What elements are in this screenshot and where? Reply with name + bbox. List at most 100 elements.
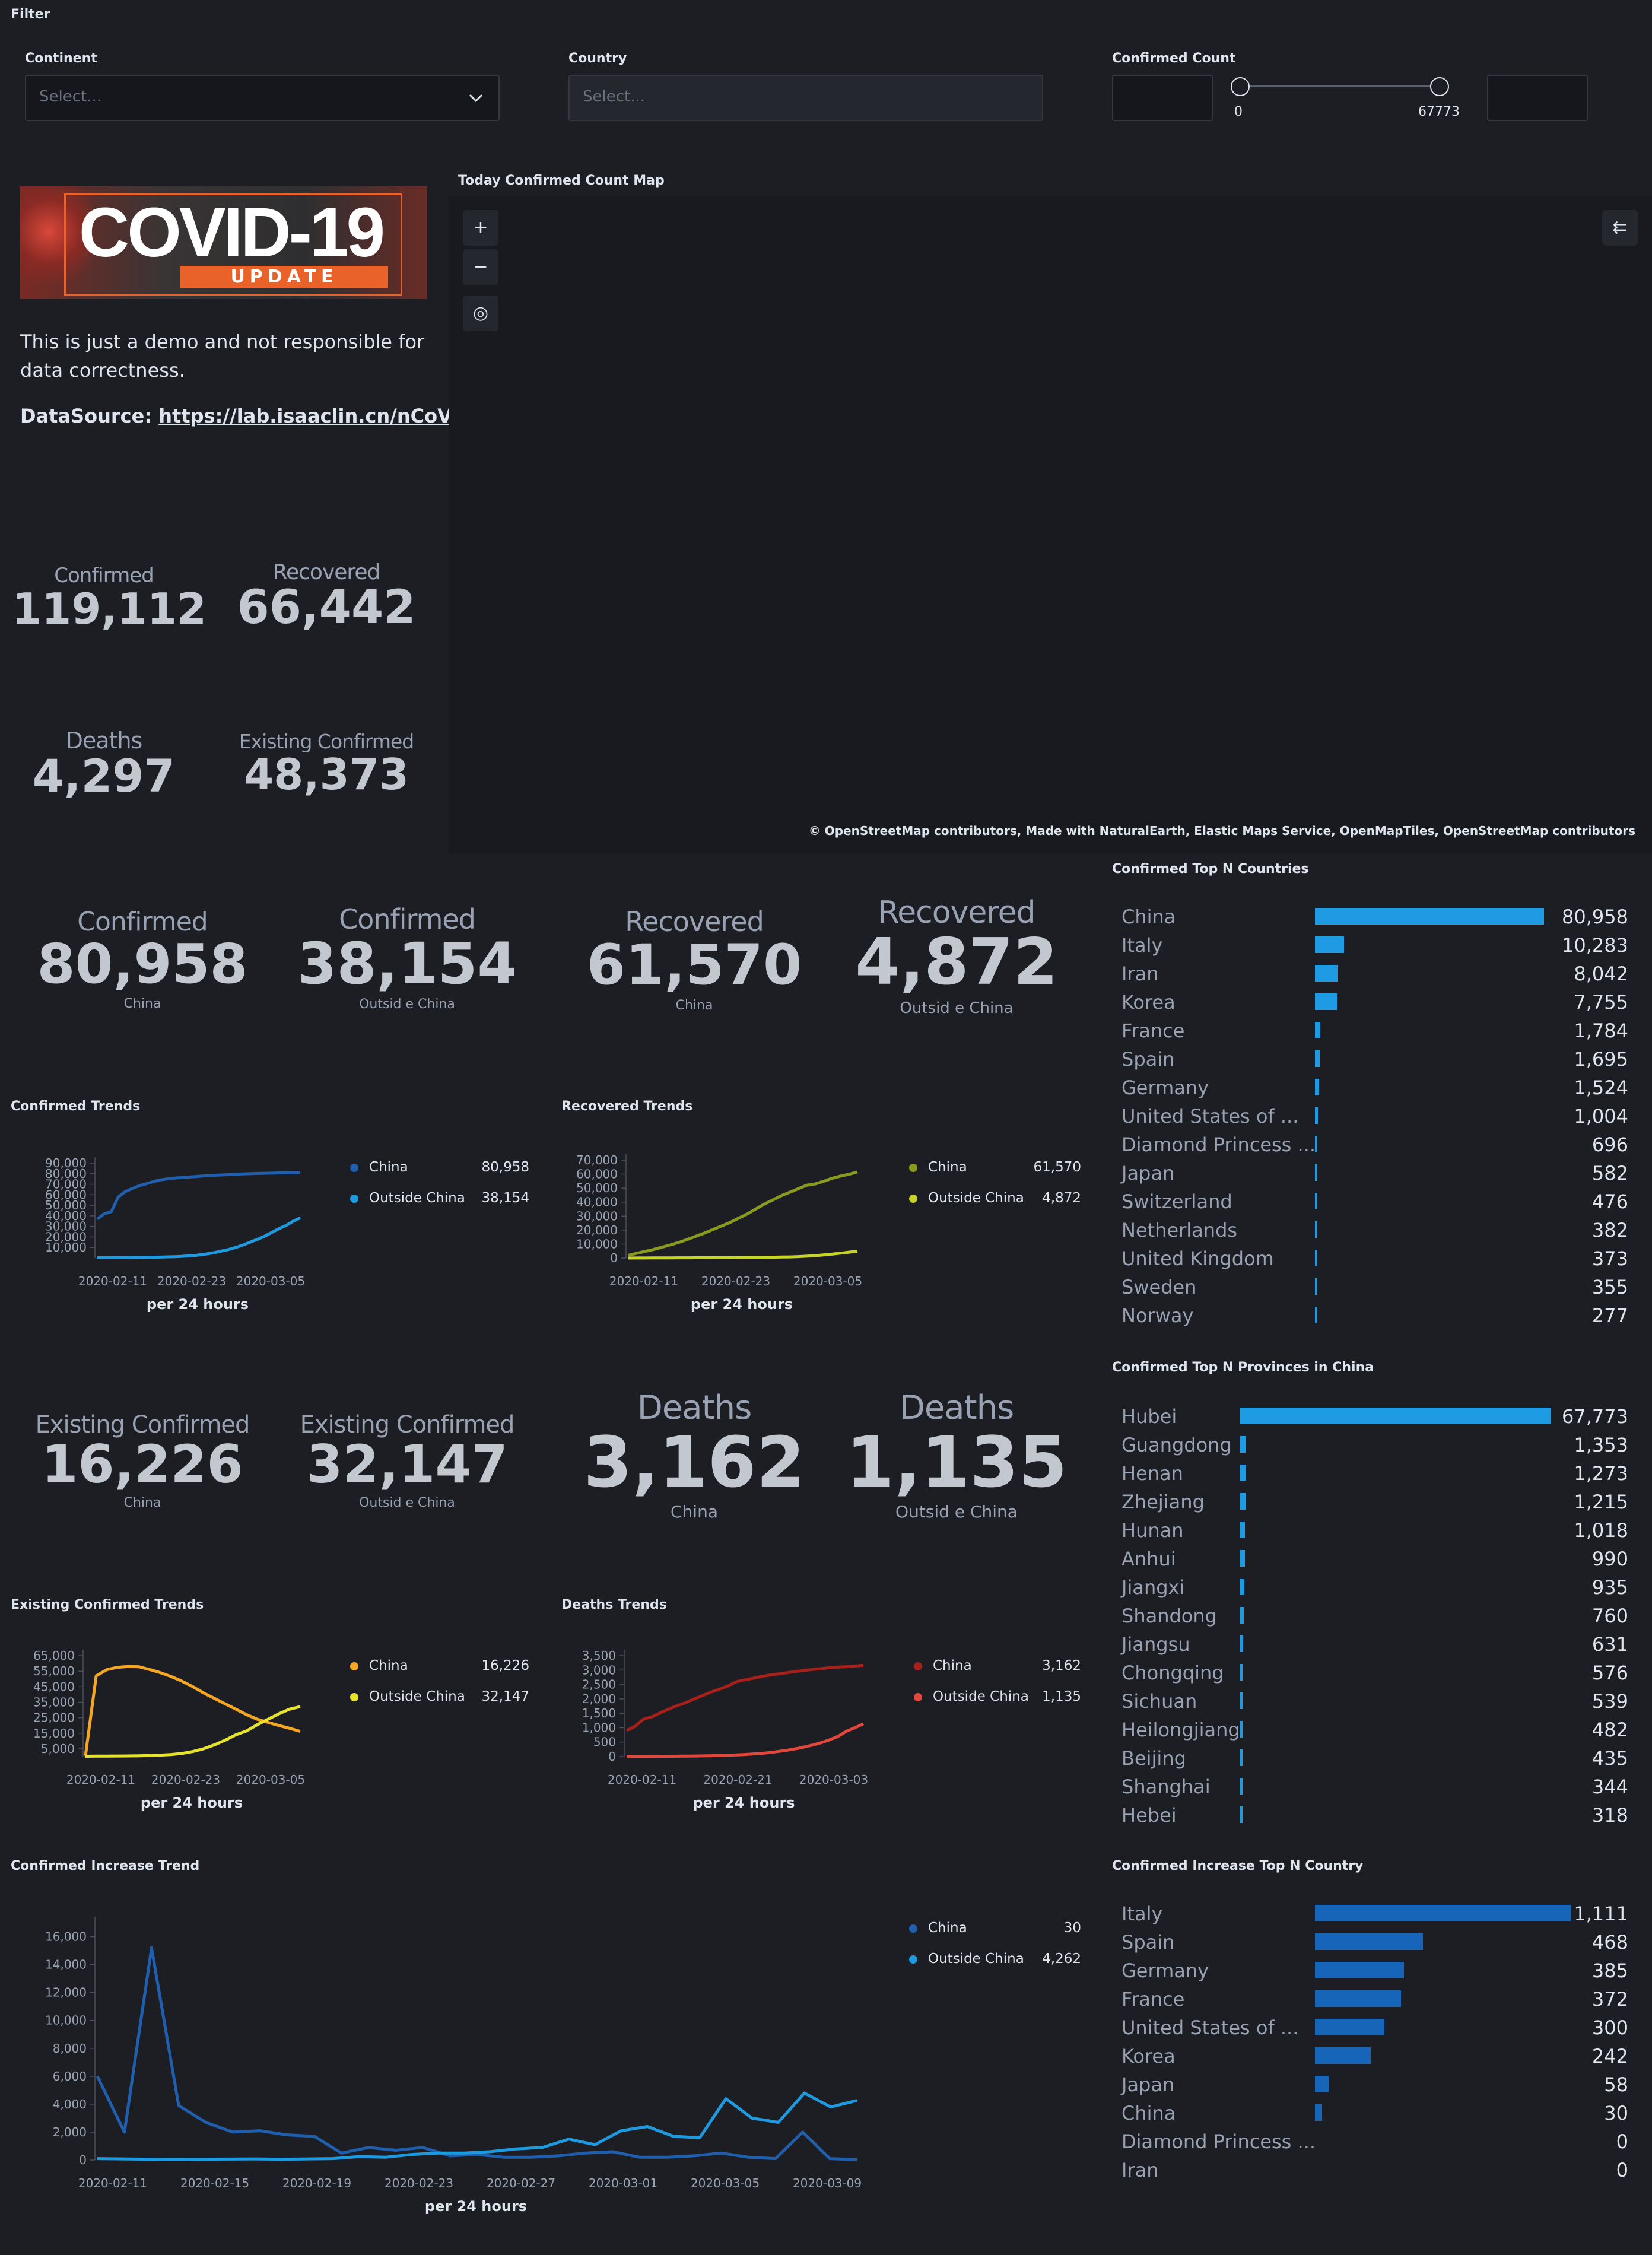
range-max-label: 67773	[1418, 104, 1460, 119]
bar-row[interactable]: Diamond Princess ... 0	[1112, 2127, 1628, 2155]
bar-row[interactable]: Henan 1,273	[1112, 1459, 1628, 1487]
y-tick-label: 50,000	[576, 1181, 618, 1195]
bar-label: Iran	[1122, 963, 1159, 985]
legend-item[interactable]: Outside China 32,147	[350, 1689, 529, 1704]
legend-item[interactable]: China 3,162	[914, 1658, 1081, 1673]
bar-label: Iran	[1122, 2159, 1159, 2181]
legend-item[interactable]: China 30	[909, 1920, 1081, 1936]
bar-row[interactable]: Japan 582	[1112, 1158, 1628, 1187]
legend-item[interactable]: Outside China 1,135	[914, 1689, 1081, 1704]
top-increase-chart: Italy 1,111 Spain 468 Germany 385 France 372 Uni…	[1112, 1899, 1628, 2196]
bar-row[interactable]: Netherlands 382	[1112, 1215, 1628, 1244]
legend-dot-icon	[909, 1955, 917, 1964]
bar-row[interactable]: Shandong 760	[1112, 1601, 1628, 1630]
bar-row[interactable]: Korea 7,755	[1112, 987, 1628, 1016]
bar-row[interactable]: Hubei 67,773	[1112, 1402, 1628, 1430]
y-tick-label: 45,000	[33, 1679, 75, 1694]
bar-row[interactable]: Italy 10,283	[1112, 930, 1628, 959]
y-tick-label: 8,000	[53, 2041, 87, 2056]
bar-row[interactable]: Zhejiang 1,215	[1112, 1487, 1628, 1516]
range-max-handle[interactable]	[1430, 77, 1449, 96]
range-max-input[interactable]	[1487, 75, 1588, 121]
metric-deaths-china: Deaths 3,162 China	[576, 1389, 813, 1522]
bar-row[interactable]: Spain 468	[1112, 1927, 1628, 1956]
bar-row[interactable]: Jiangsu 631	[1112, 1630, 1628, 1658]
bar-row[interactable]: Japan 58	[1112, 2070, 1628, 2098]
bar	[1240, 1806, 1243, 1823]
bar-row[interactable]: Korea 242	[1112, 2041, 1628, 2070]
zoom-in-button[interactable]: +	[463, 210, 498, 246]
legend-name: Outside China	[928, 1951, 1024, 1967]
legend-value: 32,147	[481, 1689, 529, 1704]
bar-row[interactable]: Spain 1,695	[1112, 1044, 1628, 1073]
bar-value-label: 58	[1604, 2073, 1628, 2096]
bar-row[interactable]: Sichuan 539	[1112, 1687, 1628, 1715]
zoom-out-button[interactable]: −	[463, 249, 498, 285]
legend-item[interactable]: China 16,226	[350, 1658, 529, 1673]
bar-row[interactable]: China 80,958	[1112, 902, 1628, 930]
legend-dot-icon	[350, 1163, 358, 1172]
legend-item[interactable]: Outside China 38,154	[350, 1190, 529, 1206]
bar-row[interactable]: Heilongjiang 482	[1112, 1715, 1628, 1743]
legend-item[interactable]: Outside China 4,262	[909, 1951, 1081, 1967]
country-select[interactable]: Select...	[568, 75, 1043, 121]
bar-row[interactable]: United Kingdom 373	[1112, 1244, 1628, 1272]
x-tick-label: 2020-02-11	[66, 1773, 135, 1787]
y-tick-label: 500	[593, 1735, 616, 1749]
bar-value-label: 355	[1591, 1276, 1628, 1298]
bar-row[interactable]: Sweden 355	[1112, 1272, 1628, 1301]
bar-row[interactable]: Chongqing 576	[1112, 1658, 1628, 1687]
bar-row[interactable]: France 1,784	[1112, 1016, 1628, 1044]
bar-value-label: 1,353	[1574, 1434, 1628, 1456]
bar-row[interactable]: Switzerland 476	[1112, 1187, 1628, 1215]
bar-row[interactable]: Diamond Princess ... 696	[1112, 1130, 1628, 1158]
datasource-link[interactable]: https://lab.isaaclin.cn/nCoV/	[158, 405, 459, 427]
metric-subtitle: China	[675, 998, 713, 1013]
y-tick-label: 70,000	[576, 1153, 618, 1167]
range-min-handle[interactable]	[1231, 77, 1250, 96]
confirmed-count-map[interactable]: + − ◎ ⇇ © OpenStreetMap contributors, Ma…	[449, 196, 1652, 853]
range-min-input[interactable]	[1112, 75, 1213, 121]
bar-value-label: 990	[1591, 1548, 1628, 1570]
bar-row[interactable]: France 372	[1112, 1984, 1628, 2013]
bar-row[interactable]: Italy 1,111	[1112, 1899, 1628, 1927]
legend-name: China	[928, 1920, 967, 1936]
bar-row[interactable]: Anhui 990	[1112, 1544, 1628, 1573]
bar	[1240, 1493, 1246, 1510]
bar-row[interactable]: United States of ... 1,004	[1112, 1101, 1628, 1130]
bar-label: Germany	[1122, 1076, 1209, 1099]
legend-item[interactable]: Outside China 4,872	[909, 1190, 1081, 1206]
legend-item[interactable]: China 80,958	[350, 1160, 529, 1175]
bar-row[interactable]: Germany 385	[1112, 1956, 1628, 1984]
continent-select[interactable]: Select...	[25, 75, 500, 121]
bar-row[interactable]: Norway 277	[1112, 1301, 1628, 1329]
locate-button[interactable]: ◎	[463, 296, 498, 331]
x-tick-label: 2020-02-11	[78, 2176, 147, 2190]
bar-row[interactable]: Beijing 435	[1112, 1743, 1628, 1772]
layers-toggle-button[interactable]: ⇇	[1602, 210, 1638, 246]
bar-row[interactable]: Iran 8,042	[1112, 959, 1628, 987]
bar-row[interactable]: Hunan 1,018	[1112, 1516, 1628, 1544]
x-axis-label: per 24 hours	[691, 1296, 793, 1313]
legend-value: 4,262	[1042, 1951, 1081, 1967]
bar-row[interactable]: Guangdong 1,353	[1112, 1430, 1628, 1459]
legend-item[interactable]: China 61,570	[909, 1160, 1081, 1175]
bar-label: Jiangsu	[1122, 1633, 1190, 1656]
x-tick-label: 2020-02-11	[609, 1274, 678, 1288]
bar-label: Sweden	[1122, 1276, 1197, 1298]
bar-row[interactable]: Germany 1,524	[1112, 1073, 1628, 1101]
map-attribution: © OpenStreetMap contributors, Made with …	[808, 824, 1635, 838]
bar-value-label: 631	[1591, 1633, 1628, 1656]
legend-name: Outside China	[369, 1190, 465, 1206]
summary-confirmed: Confirmed 119,112	[12, 564, 206, 630]
bar-row[interactable]: China 30	[1112, 2098, 1628, 2127]
bar-row[interactable]: Shanghai 344	[1112, 1772, 1628, 1800]
y-tick-label: 90,000	[45, 1156, 87, 1170]
metric-confirmed-outside: Confirmed 38,154 Outsid e China	[288, 903, 526, 1012]
bar-row[interactable]: Hebei 318	[1112, 1800, 1628, 1829]
bar-row[interactable]: United States of ... 300	[1112, 2013, 1628, 2041]
bar-row[interactable]: Jiangxi 935	[1112, 1573, 1628, 1601]
y-tick-label: 3,000	[582, 1663, 616, 1677]
bar-row[interactable]: Iran 0	[1112, 2155, 1628, 2184]
bar-value-label: 1,215	[1574, 1491, 1628, 1513]
